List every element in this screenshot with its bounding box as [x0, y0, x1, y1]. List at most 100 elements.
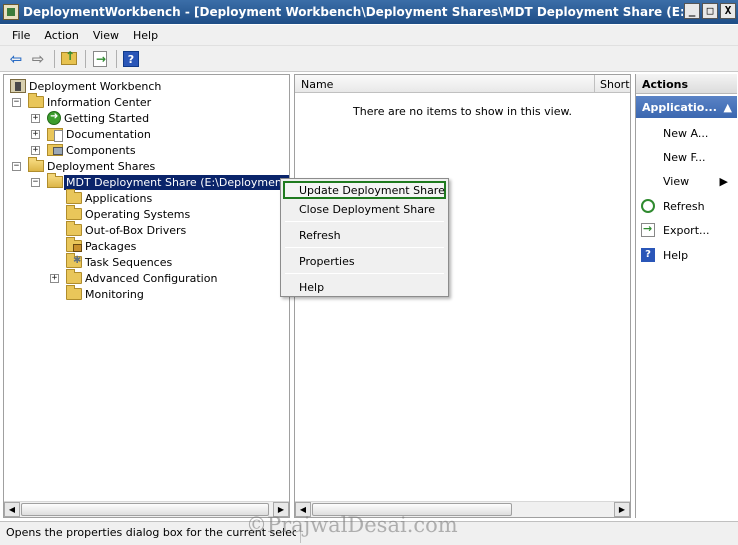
menu-item-help[interactable]: Help: [283, 278, 446, 296]
minimize-button[interactable]: _: [684, 3, 700, 19]
console-tree: Deployment Workbench − Information Cente…: [3, 74, 290, 518]
toolbar: ⇦ ⇨ ?: [0, 46, 738, 72]
help-button[interactable]: ?: [121, 49, 141, 69]
action-label: New F...: [663, 150, 706, 164]
menu-item-properties[interactable]: Properties: [283, 252, 446, 270]
action-new-folder[interactable]: New F...: [636, 148, 737, 166]
help-icon: ?: [641, 248, 655, 262]
menu-view[interactable]: View: [87, 29, 127, 42]
tree-item-label: Documentation: [66, 127, 151, 141]
export-list-icon: [93, 50, 107, 67]
tree-item-components[interactable]: Components: [47, 142, 136, 158]
toolbar-separator: [85, 49, 86, 68]
tree-item-label: Advanced Configuration: [85, 271, 218, 285]
tree-item-applications[interactable]: Applications: [66, 189, 152, 206]
tree-item-label: Packages: [85, 239, 137, 253]
package-folder-icon: [66, 237, 82, 252]
collapse-up-icon[interactable]: ▲: [724, 101, 732, 114]
tree-item-information-center[interactable]: Information Center: [28, 93, 152, 110]
tree-item-label: Deployment Workbench: [29, 79, 162, 93]
tree-item-label: Deployment Shares: [47, 159, 156, 173]
column-header: Name Shortl: [295, 75, 630, 93]
tree-item-documentation[interactable]: Documentation: [47, 126, 151, 142]
context-menu: Update Deployment Share Close Deployment…: [280, 178, 449, 297]
column-shortname-header[interactable]: Shortl: [596, 75, 630, 93]
collapse-icon[interactable]: −: [12, 98, 21, 107]
tree-item-packages[interactable]: Packages: [66, 237, 137, 254]
tree-item-operating-systems[interactable]: Operating Systems: [66, 205, 191, 222]
collapse-icon[interactable]: −: [12, 162, 21, 171]
menu-separator: [285, 221, 444, 222]
up-folder-button[interactable]: [59, 49, 79, 69]
tree-item-label: Monitoring: [85, 287, 144, 301]
blank-icon: [641, 126, 655, 140]
help-icon: ?: [123, 50, 139, 67]
tree-item-label: Information Center: [47, 95, 152, 109]
expand-icon[interactable]: +: [50, 274, 59, 283]
tree-item-label: Components: [66, 143, 136, 157]
tree-item-deployment-shares[interactable]: Deployment Shares: [28, 157, 156, 174]
tree-item-label: Operating Systems: [85, 207, 191, 221]
toolbar-separator: [54, 49, 55, 68]
expand-icon[interactable]: +: [31, 130, 40, 139]
export-icon: [641, 222, 655, 237]
documentation-icon: [47, 127, 63, 142]
action-help[interactable]: ? Help: [636, 246, 737, 264]
tree-item-deployment-workbench[interactable]: Deployment Workbench: [10, 78, 161, 94]
action-export[interactable]: Export...: [636, 221, 737, 239]
actions-pane: Actions Applicatio... ▲ New A... New F..…: [635, 74, 737, 518]
folder-icon: [28, 93, 44, 108]
action-label: Help: [663, 248, 689, 262]
getting-started-icon: [47, 111, 61, 125]
menu-bar: File Action View Help: [0, 25, 738, 46]
expand-icon[interactable]: +: [31, 146, 40, 155]
actions-section-label: Applicatio...: [642, 100, 717, 114]
tree-item-label: Out-of-Box Drivers: [85, 223, 187, 237]
action-new-application[interactable]: New A...: [636, 124, 737, 142]
scroll-left-arrow-icon[interactable]: ◀: [4, 502, 20, 517]
tree-item-advanced-configuration[interactable]: Advanced Configuration: [66, 269, 218, 286]
tree-item-out-of-box-drivers[interactable]: Out-of-Box Drivers: [66, 221, 187, 238]
menu-item-update-deployment-share[interactable]: Update Deployment Share: [283, 181, 446, 199]
folder-open-icon: [28, 157, 44, 172]
scroll-thumb[interactable]: [21, 503, 269, 516]
tree-item-getting-started[interactable]: Getting Started: [47, 110, 149, 126]
actions-header: Actions: [636, 74, 737, 94]
window-controls: _ □ X: [684, 3, 736, 19]
action-view[interactable]: View ▶: [636, 172, 737, 190]
tree-item-label: Task Sequences: [85, 255, 173, 269]
folder-icon: [66, 221, 82, 236]
menu-item-close-deployment-share[interactable]: Close Deployment Share: [283, 200, 446, 218]
column-name-header[interactable]: Name: [295, 75, 595, 93]
menu-item-refresh[interactable]: Refresh: [283, 226, 446, 244]
window-title: DeploymentWorkbench - [Deployment Workbe…: [23, 5, 683, 19]
export-list-button[interactable]: [90, 49, 110, 69]
tree-item-task-sequences[interactable]: Task Sequences: [66, 253, 173, 270]
actions-section-applications[interactable]: Applicatio... ▲: [636, 96, 737, 118]
folder-icon: [66, 205, 82, 220]
folder-open-icon: [47, 173, 63, 188]
menu-action[interactable]: Action: [38, 29, 86, 42]
forward-arrow-icon[interactable]: ⇨: [28, 49, 48, 69]
up-folder-icon: [61, 49, 77, 65]
components-icon: [47, 144, 63, 156]
collapse-icon[interactable]: −: [31, 178, 40, 187]
watermark: ©PrajwalDesai.com: [246, 513, 458, 537]
action-label: View: [663, 174, 690, 188]
menu-file[interactable]: File: [6, 29, 38, 42]
scroll-right-arrow-icon[interactable]: ▶: [614, 502, 630, 517]
folder-icon: [66, 269, 82, 284]
action-refresh[interactable]: Refresh: [636, 197, 737, 215]
folder-icon: [66, 285, 82, 300]
tree-item-monitoring[interactable]: Monitoring: [66, 285, 144, 302]
back-arrow-icon[interactable]: ⇦: [6, 49, 26, 69]
close-button[interactable]: X: [720, 3, 736, 19]
app-icon: [3, 4, 19, 20]
menu-separator: [285, 273, 444, 274]
menu-help[interactable]: Help: [127, 29, 166, 42]
expand-icon[interactable]: +: [31, 114, 40, 123]
maximize-button[interactable]: □: [702, 3, 718, 19]
tree-item-label: Getting Started: [64, 111, 150, 125]
tree-item-mdt-deployment-share[interactable]: MDT Deployment Share (E:\DeploymentShare: [47, 173, 289, 190]
workbench-icon: [10, 79, 26, 93]
